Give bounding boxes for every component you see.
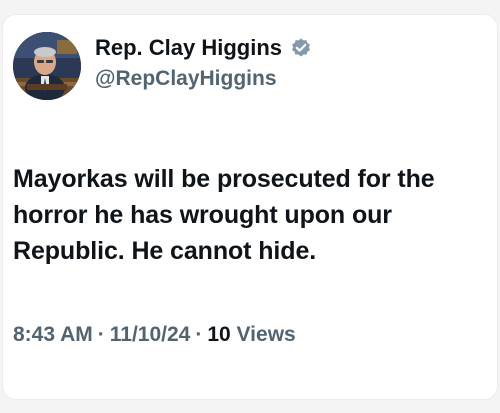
profile-photo-icon [13,32,81,100]
author-name-row: Rep. Clay Higgins [95,35,312,61]
meta-separator: · [195,323,203,346]
views-label: Views [236,323,296,346]
tweet-text: Mayorkas will be prosecuted for the horr… [13,165,435,265]
tweet-time[interactable]: 8:43 AM [13,323,93,346]
verified-badge-icon [290,37,312,59]
meta-separator: · [97,323,105,346]
author-handle[interactable]: @RepClayHiggins [95,66,277,92]
tweet-date[interactable]: 11/10/24 [110,323,191,346]
screenshot-frame: Rep. Clay Higgins @RepClayHiggins Mayork… [0,0,500,413]
tweet-meta: 8:43 AM · 11/10/24 · 10 Views [13,321,296,349]
views-count: 10 [207,323,231,346]
author-display-name[interactable]: Rep. Clay Higgins [95,35,282,61]
avatar[interactable] [13,32,81,100]
tweet-card[interactable]: Rep. Clay Higgins @RepClayHiggins Mayork… [2,14,498,400]
